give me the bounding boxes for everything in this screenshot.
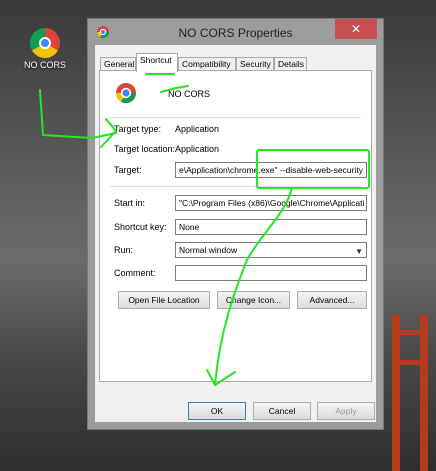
shortcut-key-field[interactable]: None <box>175 219 367 235</box>
run-select-value: Normal window <box>179 245 238 255</box>
target-label: Target: <box>114 165 142 175</box>
run-label: Run: <box>114 245 134 255</box>
shortcut-name: NO CORS <box>168 89 211 99</box>
comment-field[interactable] <box>175 265 367 281</box>
target-type-value: Application <box>175 124 220 134</box>
start-in-field[interactable]: "C:\Program Files (x86)\Google\Chrome\Ap… <box>175 195 367 211</box>
bridge-crossbar <box>392 360 428 365</box>
divider <box>110 186 361 187</box>
bridge-tower-left <box>392 315 400 471</box>
title-bar[interactable]: NO CORS Properties ✕ <box>88 19 383 45</box>
divider <box>110 117 361 118</box>
tab-shortcut[interactable]: Shortcut <box>136 53 178 72</box>
shortcut-panel: NO CORS Target type: Application Target … <box>99 70 372 382</box>
apply-button[interactable]: Apply <box>317 402 375 420</box>
tab-compatibility[interactable]: Compatibility <box>178 57 236 71</box>
chrome-icon <box>115 83 137 104</box>
change-icon-button[interactable]: Change Icon... <box>217 291 290 309</box>
start-in-label: Start in: <box>114 198 146 208</box>
advanced-button[interactable]: Advanced... <box>297 291 367 309</box>
tab-general[interactable]: General <box>100 57 136 71</box>
cancel-button[interactable]: Cancel <box>253 402 311 420</box>
target-field[interactable]: e\Application\chrome.exe" --disable-web-… <box>175 162 367 178</box>
open-file-location-button[interactable]: Open File Location <box>118 291 210 309</box>
target-location-label: Target location: <box>114 144 176 154</box>
target-type-label: Target type: <box>114 124 162 134</box>
target-location-value: Application <box>175 144 220 154</box>
close-button[interactable]: ✕ <box>335 19 377 39</box>
desktop-shortcut-no-cors[interactable]: NO CORS <box>20 28 70 70</box>
desktop-icon-label: NO CORS <box>23 60 66 70</box>
ok-button[interactable]: OK <box>188 402 246 420</box>
properties-dialog: NO CORS Properties ✕ General Shortcut Co… <box>87 18 384 430</box>
chevron-down-icon: ▼ <box>355 247 363 256</box>
run-select[interactable]: Normal window ▼ <box>175 242 367 258</box>
bridge-tower-right <box>420 315 428 471</box>
tab-security[interactable]: Security <box>236 57 274 71</box>
comment-label: Comment: <box>114 268 156 278</box>
dialog-client: General Shortcut Compatibility Security … <box>95 45 376 422</box>
chrome-icon <box>30 28 60 58</box>
close-icon: ✕ <box>350 22 362 36</box>
bridge-crossbar <box>392 330 428 335</box>
shortcut-key-label: Shortcut key: <box>114 222 167 232</box>
tab-details[interactable]: Details <box>274 57 307 71</box>
